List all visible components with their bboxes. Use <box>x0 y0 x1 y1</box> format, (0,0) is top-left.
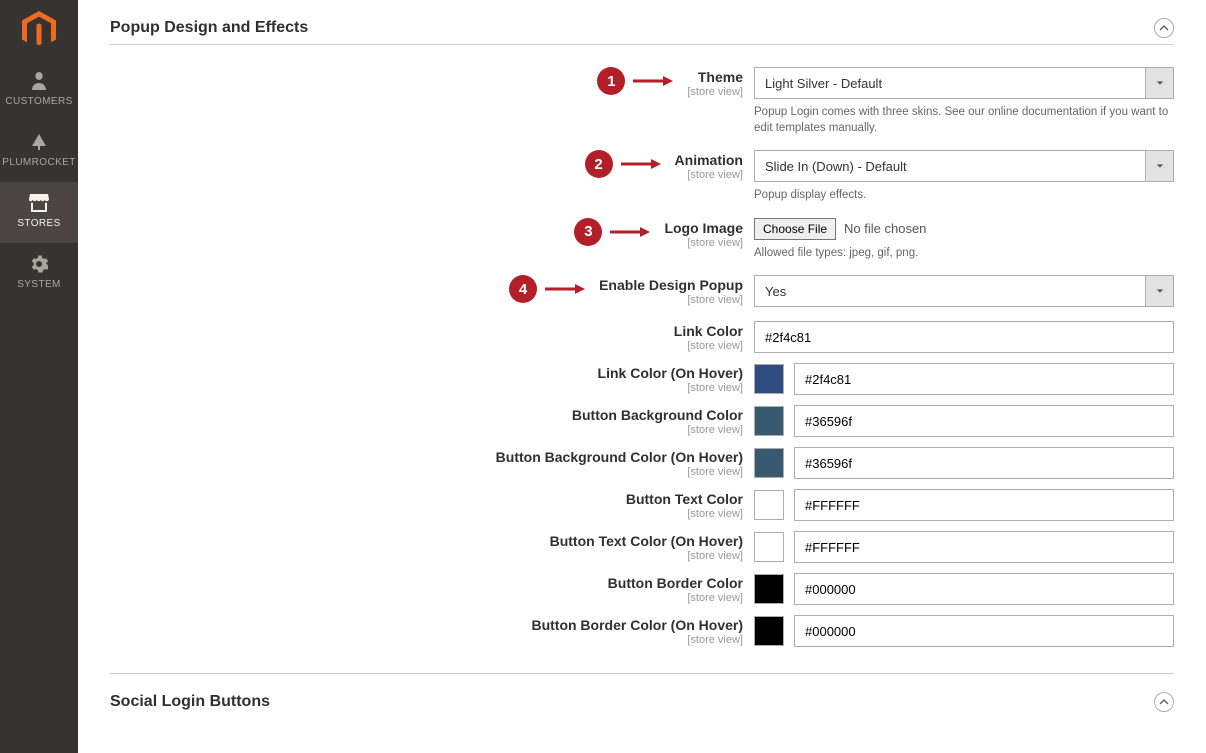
customers-icon <box>31 72 47 90</box>
arrow-icon <box>633 67 673 95</box>
chevron-down-icon <box>1145 151 1173 181</box>
field-label: Theme <box>687 69 743 85</box>
callout-4: 4 <box>509 275 537 303</box>
section-title: Social Login Buttons <box>110 693 270 711</box>
scope-label: [store view] <box>572 424 743 436</box>
sidebar-item-label: STORES <box>17 218 60 229</box>
field-label: Button Background Color (On Hover) <box>496 449 743 465</box>
scope-label: [store view] <box>496 466 743 478</box>
callout-3: 3 <box>574 218 602 246</box>
arrow-icon <box>610 218 650 246</box>
sidebar-item-label: PLUMROCKET <box>2 157 75 168</box>
sidebar-item-system[interactable]: SYSTEM <box>0 243 78 304</box>
magento-logo[interactable] <box>0 0 78 60</box>
sidebar-item-plumrocket[interactable]: PLUMROCKET <box>0 121 78 182</box>
scope-label: [store view] <box>674 340 743 352</box>
section-title: Popup Design and Effects <box>110 19 308 37</box>
section-header-design: Popup Design and Effects <box>110 18 1174 45</box>
admin-sidebar: CUSTOMERS PLUMROCKET STORES SYSTEM <box>0 0 78 753</box>
button-border-hover-input[interactable] <box>794 615 1174 647</box>
scope-label: [store view] <box>598 382 743 394</box>
sidebar-item-label: SYSTEM <box>17 279 61 290</box>
theme-select[interactable]: Light Silver - Default <box>754 67 1174 99</box>
sidebar-item-customers[interactable]: CUSTOMERS <box>0 60 78 121</box>
button-bg-hover-input[interactable] <box>794 447 1174 479</box>
section-header-social: Social Login Buttons <box>110 673 1174 722</box>
plumrocket-icon <box>30 133 48 151</box>
color-swatch[interactable] <box>754 490 784 520</box>
sidebar-item-label: CUSTOMERS <box>5 96 72 107</box>
helper-text: Popup Login comes with three skins. See … <box>754 105 1174 136</box>
sidebar-item-stores[interactable]: STORES <box>0 182 78 243</box>
callout-1: 1 <box>597 67 625 95</box>
field-label: Logo Image <box>664 220 743 236</box>
color-swatch[interactable] <box>754 616 784 646</box>
field-label: Button Text Color (On Hover) <box>550 533 743 549</box>
select-value: Slide In (Down) - Default <box>755 159 917 174</box>
field-label: Button Background Color <box>572 407 743 423</box>
link-color-input[interactable] <box>754 321 1174 353</box>
color-swatch[interactable] <box>754 574 784 604</box>
collapse-button[interactable] <box>1154 18 1174 38</box>
field-label: Enable Design Popup <box>599 277 743 293</box>
scope-label: [store view] <box>664 237 743 249</box>
arrow-icon <box>545 275 585 303</box>
field-label: Button Text Color <box>626 491 743 507</box>
scope-label: [store view] <box>550 550 743 562</box>
button-text-input[interactable] <box>794 489 1174 521</box>
gear-icon <box>30 255 48 273</box>
button-bg-input[interactable] <box>794 405 1174 437</box>
scope-label: [store view] <box>626 508 743 520</box>
field-label: Link Color <box>674 323 743 339</box>
callout-2: 2 <box>585 150 613 178</box>
scope-label: [store view] <box>608 592 743 604</box>
field-label: Animation <box>675 152 743 168</box>
collapse-button[interactable] <box>1154 692 1174 712</box>
enable-design-select[interactable]: Yes <box>754 275 1174 307</box>
link-color-hover-input[interactable] <box>794 363 1174 395</box>
color-swatch[interactable] <box>754 364 784 394</box>
animation-select[interactable]: Slide In (Down) - Default <box>754 150 1174 182</box>
button-border-input[interactable] <box>794 573 1174 605</box>
scope-label: [store view] <box>675 169 743 181</box>
helper-text: Allowed file types: jpeg, gif, png. <box>754 246 1174 262</box>
choose-file-button[interactable]: Choose File <box>754 218 836 240</box>
field-label: Button Border Color <box>608 575 743 591</box>
main-content: Popup Design and Effects 1 Theme [store … <box>78 0 1206 753</box>
scope-label: [store view] <box>599 294 743 306</box>
scope-label: [store view] <box>687 86 743 98</box>
field-label: Button Border Color (On Hover) <box>531 617 743 633</box>
select-value: Light Silver - Default <box>755 76 892 91</box>
color-swatch[interactable] <box>754 532 784 562</box>
helper-text: Popup display effects. <box>754 188 1174 204</box>
select-value: Yes <box>755 284 796 299</box>
chevron-down-icon <box>1145 276 1173 306</box>
color-swatch[interactable] <box>754 406 784 436</box>
scope-label: [store view] <box>531 634 743 646</box>
chevron-down-icon <box>1145 68 1173 98</box>
arrow-icon <box>621 150 661 178</box>
color-swatch[interactable] <box>754 448 784 478</box>
no-file-text: No file chosen <box>844 221 926 236</box>
field-label: Link Color (On Hover) <box>598 365 743 381</box>
button-text-hover-input[interactable] <box>794 531 1174 563</box>
stores-icon <box>29 194 49 212</box>
